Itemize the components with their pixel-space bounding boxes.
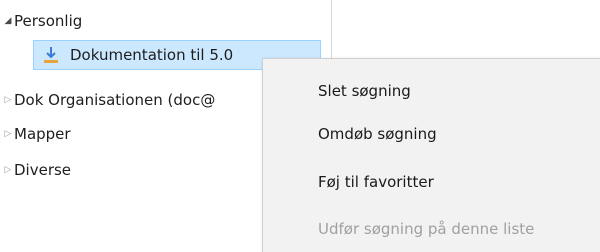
context-menu: Slet søgning Omdøb søgning Føj til favor… (262, 58, 600, 252)
collapsed-arrow-icon[interactable]: ▷ (2, 95, 14, 105)
app-window: ◢ Personlig Dokumentation til 5.0 ▷ Dok … (0, 0, 600, 252)
tree-item-label: Dok Organisationen (doc@ (14, 91, 216, 109)
menu-item-slet-sogning[interactable]: Slet søgning (318, 76, 411, 106)
tree-item-diverse[interactable]: ▷ Diverse (0, 155, 72, 185)
collapsed-arrow-icon[interactable]: ▷ (2, 165, 14, 175)
tree-item-label: Mapper (14, 125, 71, 143)
tree-item-label: Dokumentation til 5.0 (70, 46, 234, 64)
tree-item-label: Diverse (14, 161, 72, 179)
tree-item-dok-organisationen[interactable]: ▷ Dok Organisationen (doc@ (0, 85, 216, 115)
tree-item-personlig[interactable]: ◢ Personlig (0, 6, 83, 36)
menu-item-udfor-sogning: Udfør søgning på denne liste (318, 220, 535, 238)
menu-item-omdob-sogning[interactable]: Omdøb søgning (318, 119, 437, 149)
menu-item-foj-til-favoritter[interactable]: Føj til favoritter (318, 167, 434, 197)
collapsed-arrow-icon[interactable]: ▷ (2, 129, 14, 139)
tree-item-label: Personlig (14, 12, 83, 30)
tree-item-mapper[interactable]: ▷ Mapper (0, 119, 71, 149)
download-icon (42, 45, 60, 65)
expanded-arrow-icon[interactable]: ◢ (2, 16, 14, 26)
